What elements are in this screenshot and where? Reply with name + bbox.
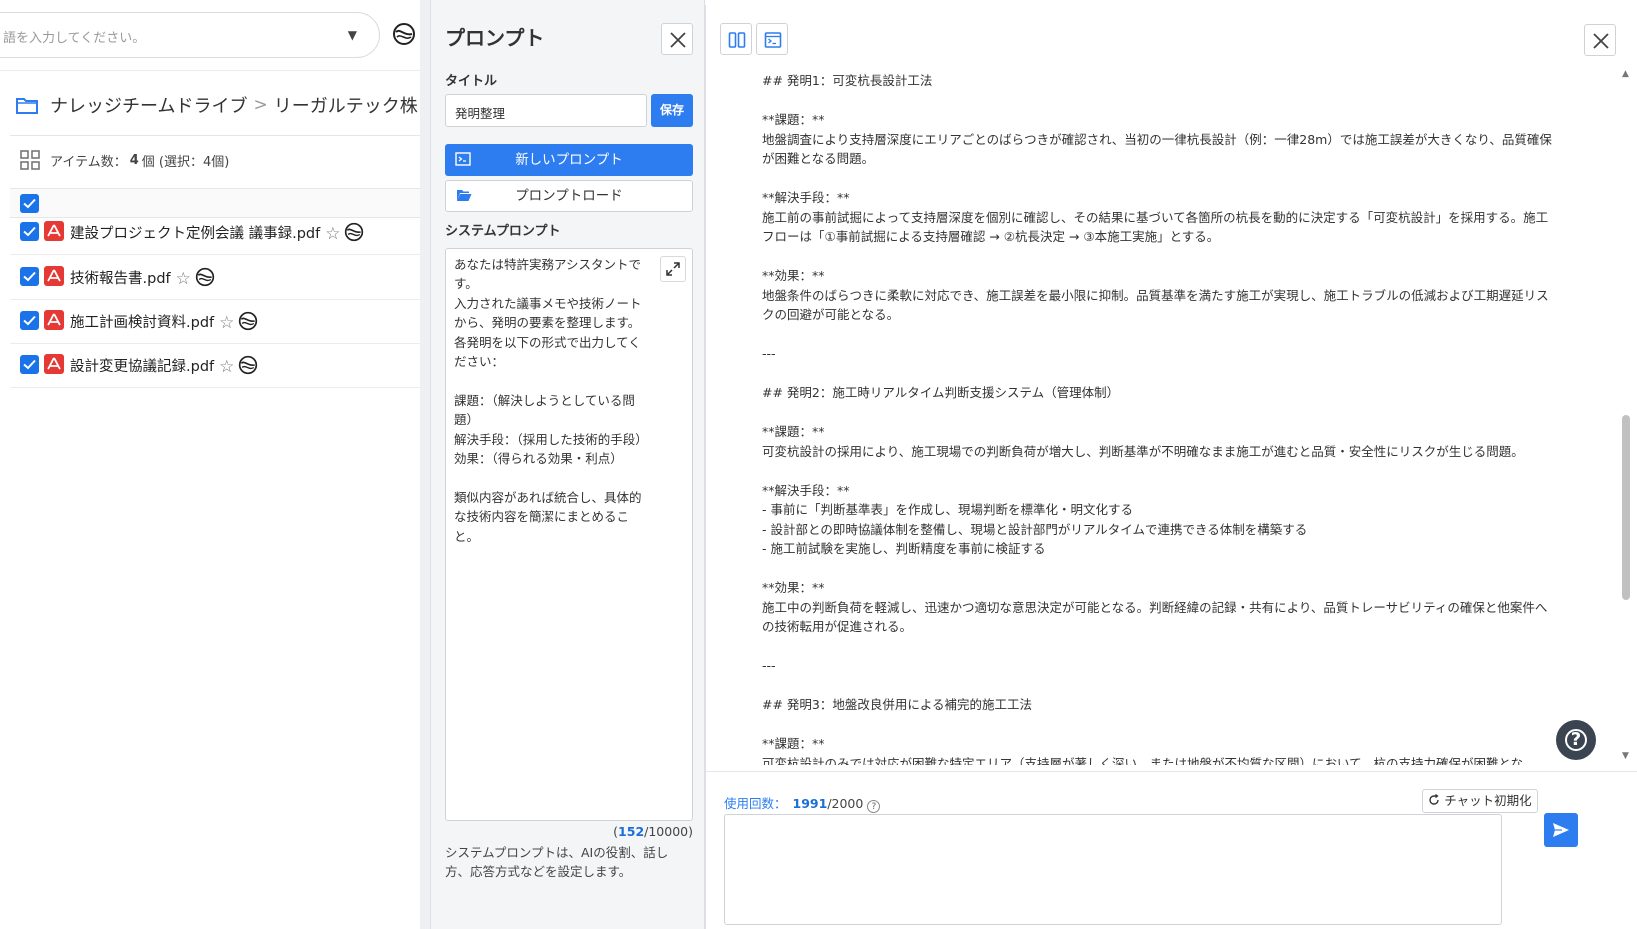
split-view-button[interactable]: [720, 23, 752, 55]
file-name-text[interactable]: 施工計画検討資料.pdf: [70, 315, 214, 331]
send-button[interactable]: [1544, 813, 1578, 847]
divider: [10, 135, 420, 136]
title-label: タイトル: [445, 74, 498, 89]
item-count-suffix: 個 (選択：4個): [141, 154, 230, 170]
scroll-down-arrow[interactable]: ▼: [1622, 751, 1629, 761]
file-row[interactable]: 設計変更協議記録.pdf ☆: [10, 342, 420, 388]
terminal-icon: [455, 152, 471, 166]
item-count: アイテム数： 4 個 (選択：4個): [20, 150, 229, 170]
system-prompt-help: システムプロンプトは、AIの役割、話し方、応答方式などを設定します。: [445, 845, 669, 879]
search-placeholder: 語を入力してください。: [3, 31, 146, 46]
file-name[interactable]: 建設プロジェクト定例会議 議事録.pdf ☆: [70, 222, 364, 244]
file-checkbox[interactable]: [20, 311, 39, 330]
pdf-icon: [44, 354, 64, 374]
chat-panel: ## 発明1：可変杭長設計工法 **課題：** 地盤調査により支持層深度にエリア…: [705, 5, 1637, 929]
title-input[interactable]: 発明整理: [445, 94, 647, 127]
save-button[interactable]: 保存: [651, 94, 693, 127]
help-button-label: ?: [1570, 729, 1582, 750]
star-icon[interactable]: ☆: [219, 313, 234, 333]
chat-messages[interactable]: ## 発明1：可変杭長設計工法 **課題：** 地盤調査により支持層深度にエリア…: [706, 65, 1616, 765]
char-count-max: /10000): [644, 824, 693, 839]
terminal-icon: [764, 32, 782, 48]
pdf-icon: [44, 221, 64, 241]
file-row[interactable]: 施工計画検討資料.pdf ☆: [10, 298, 420, 344]
usage-max: /2000: [827, 796, 864, 811]
scrollbar[interactable]: ▲ ▼: [1618, 65, 1634, 765]
prompt-load-label: プロンプトロード: [515, 188, 623, 204]
char-count-value: 152: [618, 824, 645, 839]
file-panel: 語を入力してください。 ▼ ナレッジチームドライブ > リーガルテック株 アイテ…: [0, 0, 420, 929]
split-view-icon: [728, 32, 746, 48]
file-name[interactable]: 技術報告書.pdf ☆: [70, 267, 215, 289]
ai-swirl-icon[interactable]: [238, 311, 258, 331]
ai-swirl-icon[interactable]: [344, 222, 364, 242]
pdf-icon: [44, 266, 64, 286]
close-button[interactable]: [1584, 24, 1616, 56]
file-checkbox[interactable]: [20, 222, 39, 241]
expand-button[interactable]: [660, 256, 686, 282]
ai-swirl-icon[interactable]: [195, 267, 215, 287]
reset-chat-label: チャット初期化: [1444, 793, 1532, 808]
system-prompt-text[interactable]: あなたは特許実務アシスタントです。 入力された議事メモや技術ノートから、発明の要…: [454, 255, 652, 546]
expand-icon: [666, 262, 680, 276]
divider: [706, 771, 1637, 772]
file-name-text[interactable]: 建設プロジェクト定例会議 議事録.pdf: [70, 226, 320, 242]
help-button[interactable]: ?: [1556, 720, 1596, 760]
chevron-down-icon[interactable]: ▼: [348, 28, 357, 42]
star-icon[interactable]: ☆: [325, 224, 340, 244]
pdf-icon: [44, 310, 64, 330]
item-count-value: 4: [129, 152, 139, 168]
usage-counter: 使用回数： 1991/2000?: [724, 793, 881, 813]
prompt-panel-button[interactable]: [756, 23, 788, 55]
scroll-up-arrow[interactable]: ▲: [1622, 69, 1629, 79]
system-prompt-textarea[interactable]: あなたは特許実務アシスタントです。 入力された議事メモや技術ノートから、発明の要…: [445, 248, 693, 821]
new-prompt-label: 新しいプロンプト: [515, 152, 623, 168]
panel-title: プロンプト: [445, 26, 545, 50]
item-count-label: アイテム数：: [50, 154, 127, 170]
file-name-text[interactable]: 技術報告書.pdf: [70, 271, 171, 287]
ai-swirl-icon[interactable]: [238, 355, 258, 375]
char-count: (152/10000): [445, 824, 693, 839]
scrollbar-thumb[interactable]: [1622, 415, 1630, 600]
reset-chat-button[interactable]: チャット初期化: [1422, 789, 1538, 813]
system-prompt-label: システムプロンプト: [445, 224, 561, 239]
file-checkbox[interactable]: [20, 355, 39, 374]
breadcrumb: ナレッジチームドライブ > リーガルテック株: [16, 92, 418, 118]
usage-value: 1991: [792, 796, 828, 811]
grid-view-icon[interactable]: [20, 150, 40, 170]
star-icon[interactable]: ☆: [219, 357, 234, 377]
file-name[interactable]: 施工計画検討資料.pdf ☆: [70, 311, 258, 333]
close-icon: [1593, 33, 1609, 49]
breadcrumb-separator: >: [253, 95, 268, 115]
usage-label: 使用回数：: [724, 796, 787, 811]
search-input[interactable]: 語を入力してください。 ▼: [0, 12, 380, 58]
panel-gap: [420, 0, 430, 929]
file-checkbox[interactable]: [20, 267, 39, 286]
breadcrumb-item-folder[interactable]: リーガルテック株: [274, 92, 418, 118]
folder-open-icon: [457, 190, 472, 201]
star-icon[interactable]: ☆: [176, 269, 191, 289]
ai-swirl-icon[interactable]: [392, 22, 416, 50]
file-name-text[interactable]: 設計変更協議記録.pdf: [70, 359, 214, 375]
new-prompt-button[interactable]: 新しいプロンプト: [445, 144, 693, 176]
assistant-message: ## 発明1：可変杭長設計工法 **課題：** 地盤調査により支持層深度にエリア…: [762, 73, 1552, 765]
refresh-icon: [1429, 793, 1440, 805]
file-row[interactable]: 技術報告書.pdf ☆: [10, 254, 420, 300]
prompt-panel: プロンプト タイトル 発明整理 保存 新しいプロンプト プロンプトロード システ…: [430, 0, 705, 929]
folder-icon: [16, 97, 38, 114]
file-name[interactable]: 設計変更協議記録.pdf ☆: [70, 355, 258, 377]
divider: [0, 70, 420, 71]
app-root: 語を入力してください。 ▼ ナレッジチームドライブ > リーガルテック株 アイテ…: [0, 0, 1637, 929]
close-button[interactable]: [661, 23, 693, 55]
send-icon: [1553, 823, 1569, 837]
chat-input[interactable]: [724, 814, 1502, 925]
usage-help-icon[interactable]: ?: [867, 800, 881, 813]
close-icon: [670, 32, 686, 48]
file-row[interactable]: 建設プロジェクト定例会議 議事録.pdf ☆: [10, 209, 420, 255]
breadcrumb-item-drive[interactable]: ナレッジチームドライブ: [50, 92, 247, 118]
prompt-load-button[interactable]: プロンプトロード: [445, 180, 693, 212]
